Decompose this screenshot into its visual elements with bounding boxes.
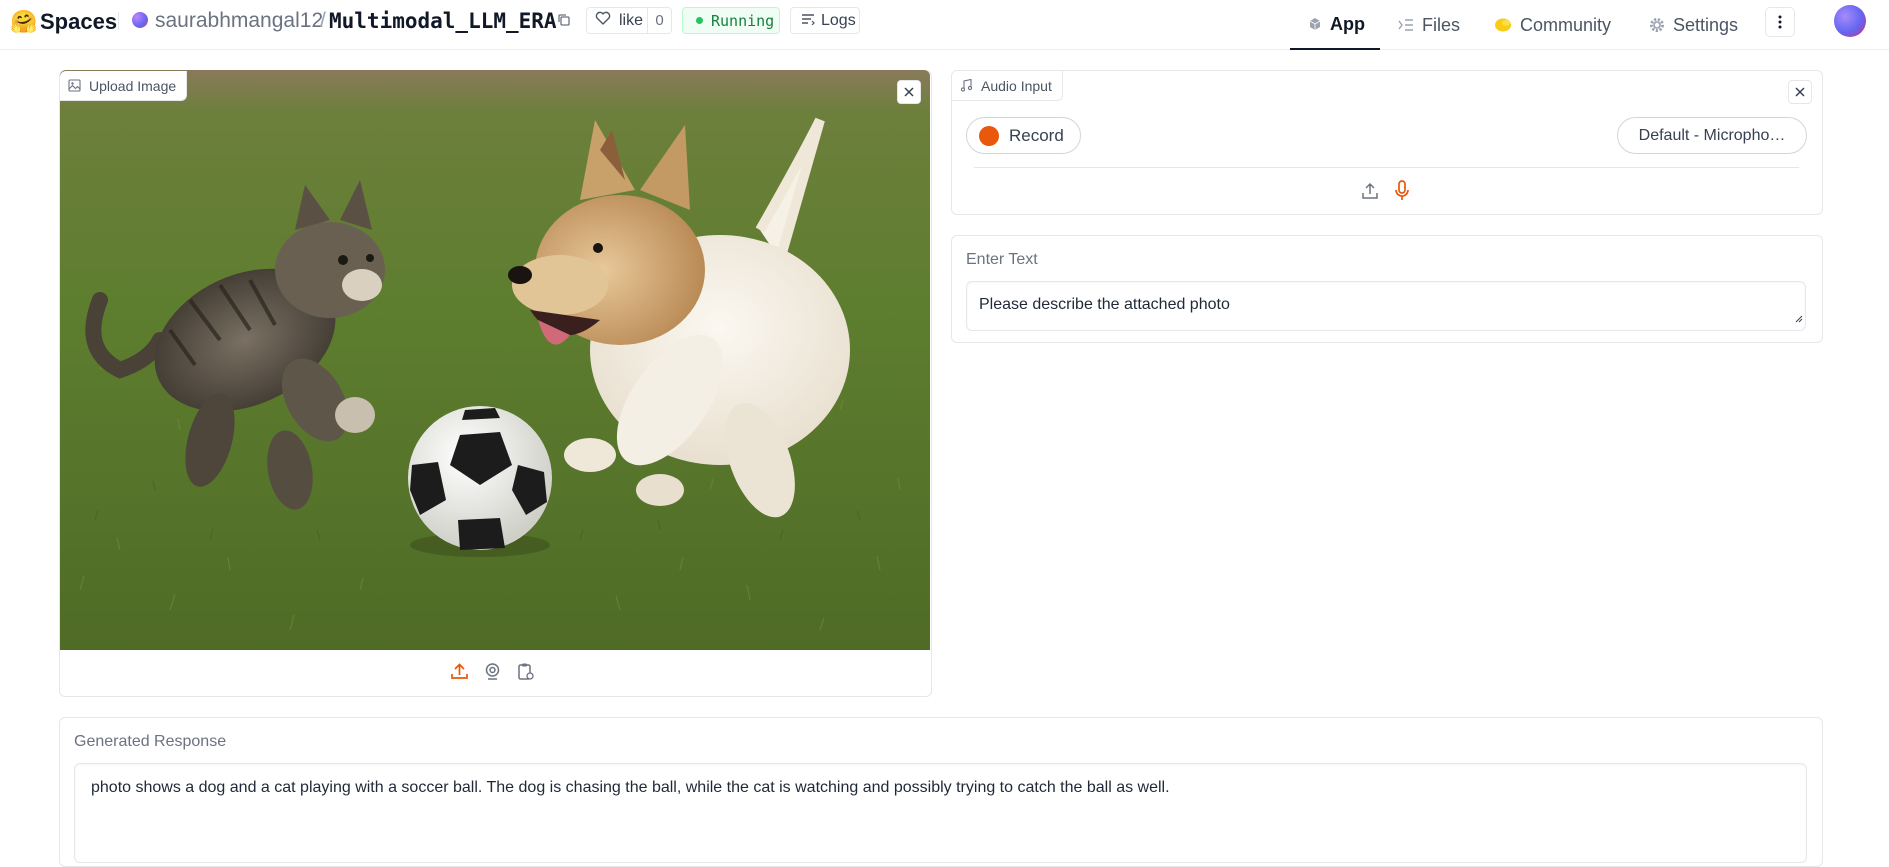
- tab-label: Files: [1422, 14, 1461, 35]
- like-count[interactable]: 0: [647, 8, 671, 33]
- heart-icon: [595, 11, 617, 30]
- tab-label: Settings: [1673, 14, 1739, 35]
- tab-community[interactable]: Community: [1494, 0, 1611, 50]
- community-icon: [1494, 17, 1512, 33]
- music-note-icon: [960, 79, 973, 92]
- owner-avatar[interactable]: [132, 12, 148, 28]
- status-dot-icon: [696, 17, 703, 24]
- status-badge[interactable]: Running: [682, 7, 780, 34]
- audio-divider: [974, 167, 1799, 168]
- record-label: Record: [1009, 125, 1064, 145]
- spaces-link[interactable]: Spaces: [40, 9, 117, 35]
- close-icon: [1795, 87, 1805, 97]
- logs-label: Logs: [821, 11, 856, 29]
- prompt-value: Please describe the attached photo: [979, 296, 1230, 313]
- uploaded-image[interactable]: [60, 70, 930, 650]
- path-separator: /: [320, 9, 326, 32]
- repo-name[interactable]: Multimodal_LLM_ERA: [329, 9, 557, 33]
- logs-button[interactable]: Logs: [790, 7, 860, 34]
- microphone-select[interactable]: Default - Micropho…: [1617, 117, 1807, 154]
- record-button[interactable]: Record: [966, 117, 1081, 154]
- response-textarea[interactable]: photo shows a dog and a cat playing with…: [74, 763, 1807, 863]
- response-value: photo shows a dog and a cat playing with…: [91, 779, 1170, 796]
- logs-icon: [801, 12, 815, 30]
- upload-icon[interactable]: [1361, 182, 1379, 205]
- tab-label: App: [1330, 13, 1365, 34]
- webcam-icon[interactable]: [483, 662, 502, 686]
- owner-link[interactable]: saurabhmangal12: [155, 9, 323, 33]
- copy-icon[interactable]: [557, 13, 571, 27]
- tab-files[interactable]: Files: [1398, 0, 1460, 50]
- tab-app[interactable]: App: [1290, 0, 1380, 50]
- response-title: Generated Response: [74, 733, 227, 750]
- audio-label-text: Audio Input: [981, 77, 1052, 94]
- gear-icon: [1649, 17, 1665, 33]
- upload-icon[interactable]: [450, 662, 469, 686]
- tab-label: Community: [1520, 14, 1612, 35]
- cube-icon: [1308, 17, 1322, 31]
- tab-settings[interactable]: Settings: [1649, 0, 1738, 50]
- prompt-textarea[interactable]: Please describe the attached photo: [966, 281, 1806, 331]
- clear-audio-button[interactable]: [1788, 80, 1812, 104]
- more-menu-button[interactable]: [1765, 7, 1795, 37]
- like-label: like: [619, 11, 644, 29]
- top-navbar: 🤗 Spaces saurabhmangal12 / Multimodal_LL…: [0, 0, 1889, 50]
- image-panel-label: Upload Image: [60, 71, 188, 101]
- image-source-toolbar: [450, 662, 535, 686]
- user-avatar[interactable]: [1834, 5, 1866, 37]
- like-button[interactable]: like 0: [586, 7, 672, 34]
- image-icon: [68, 79, 81, 92]
- files-icon: [1398, 18, 1414, 32]
- close-icon: [904, 87, 914, 97]
- status-label: Running: [711, 11, 775, 30]
- text-input-title: Enter Text: [966, 251, 1038, 268]
- microphone-icon[interactable]: [1393, 180, 1411, 207]
- audio-panel-label: Audio Input: [952, 71, 1063, 101]
- clipboard-icon[interactable]: [516, 662, 535, 686]
- hf-logo[interactable]: 🤗: [10, 9, 37, 35]
- record-dot-icon: [979, 125, 999, 146]
- clear-image-button[interactable]: [897, 80, 921, 104]
- more-vertical-icon: [1778, 15, 1782, 29]
- resize-handle-icon[interactable]: [1794, 310, 1803, 328]
- image-label-text: Upload Image: [89, 77, 177, 94]
- divider: [118, 12, 119, 30]
